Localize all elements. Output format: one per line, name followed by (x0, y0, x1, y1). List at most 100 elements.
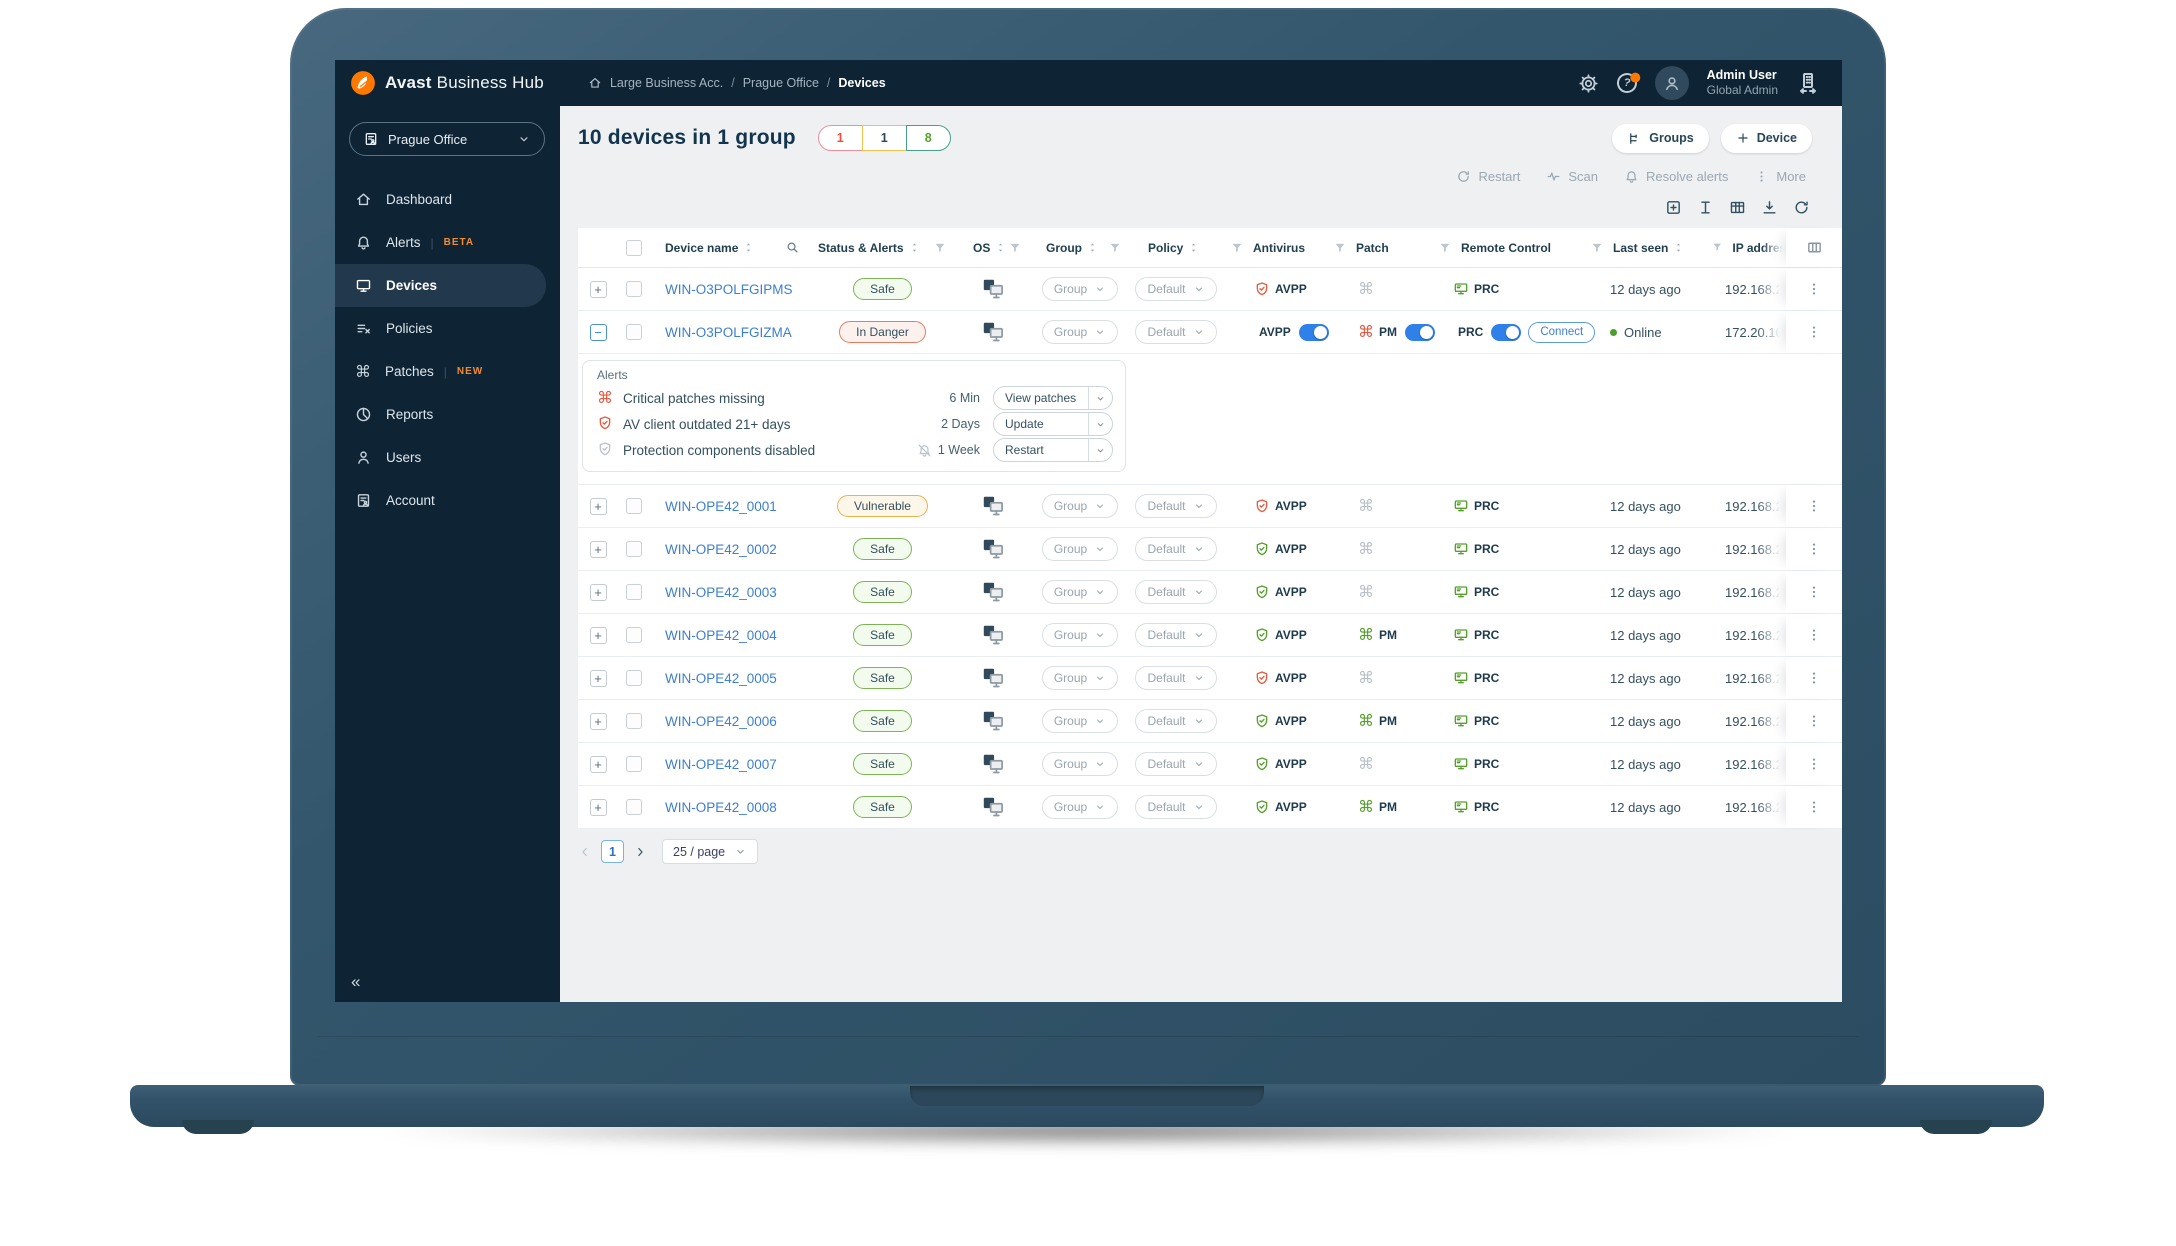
row-checkbox[interactable] (626, 498, 642, 514)
toolbar-restart[interactable]: Restart (1456, 169, 1520, 184)
patch-toggle[interactable] (1405, 323, 1435, 341)
sidebar-collapse-button[interactable]: « (351, 972, 360, 992)
row-checkbox[interactable] (626, 584, 642, 600)
expand-row-button[interactable]: + (589, 712, 607, 730)
filter-funnel-icon[interactable] (1008, 241, 1022, 255)
device-name-link[interactable]: WIN-OPE42_0001 (665, 499, 777, 514)
sort-icon[interactable] (742, 241, 755, 254)
policy-dropdown[interactable]: Default (1135, 494, 1217, 518)
device-name-link[interactable]: WIN-OPE42_0007 (665, 757, 777, 772)
policy-dropdown[interactable]: Default (1135, 623, 1217, 647)
expand-row-button[interactable]: + (589, 280, 607, 298)
policy-dropdown[interactable]: Default (1135, 709, 1217, 733)
filter-funnel-icon[interactable] (1333, 241, 1347, 255)
toolbar-scan[interactable]: Scan (1546, 169, 1598, 184)
group-dropdown[interactable]: Group (1041, 580, 1119, 604)
help-icon[interactable]: ? (1614, 71, 1640, 95)
group-dropdown[interactable]: Group (1041, 494, 1119, 518)
sidebar-item-policies[interactable]: Policies (335, 307, 560, 350)
row-menu-kebab-icon[interactable] (1806, 799, 1822, 815)
sidebar-item-alerts[interactable]: Alerts | BETA (335, 221, 560, 264)
grid-view-icon[interactable] (1729, 199, 1746, 216)
expand-row-button[interactable]: + (589, 798, 607, 816)
expand-row-button[interactable]: + (589, 583, 607, 601)
device-name-link[interactable]: WIN-OPE42_0002 (665, 542, 777, 557)
row-checkbox[interactable] (626, 799, 642, 815)
sidebar-item-users[interactable]: Users (335, 436, 560, 479)
sort-icon[interactable] (1672, 241, 1685, 254)
row-menu-kebab-icon[interactable] (1806, 670, 1822, 686)
remote-control-toggle[interactable] (1491, 323, 1522, 341)
expand-row-button[interactable]: + (589, 497, 607, 515)
row-height-icon[interactable] (1697, 199, 1714, 216)
group-dropdown[interactable]: Group (1041, 277, 1119, 301)
device-name-link[interactable]: WIN-O3POLFGIPMS (665, 282, 793, 297)
filter-funnel-icon[interactable] (933, 241, 947, 255)
group-dropdown[interactable]: Group (1041, 666, 1119, 690)
row-menu-kebab-icon[interactable] (1806, 756, 1822, 772)
avatar[interactable] (1654, 66, 1689, 100)
row-menu-kebab-icon[interactable] (1806, 281, 1822, 297)
sidebar-item-dashboard[interactable]: Dashboard (335, 178, 560, 221)
row-checkbox[interactable] (626, 541, 642, 557)
toolbar-resolve-alerts[interactable]: Resolve alerts (1624, 169, 1728, 184)
filter-funnel-icon[interactable] (1108, 241, 1122, 255)
columns-icon[interactable] (1806, 239, 1823, 256)
expand-row-button[interactable]: + (589, 626, 607, 644)
row-checkbox[interactable] (626, 756, 642, 772)
policy-dropdown[interactable]: Default (1135, 752, 1217, 776)
alert-action-button[interactable]: Restart (993, 438, 1113, 462)
policy-dropdown[interactable]: Default (1135, 537, 1217, 561)
row-checkbox[interactable] (626, 627, 642, 643)
sidebar-item-account[interactable]: Account (335, 479, 560, 522)
filter-funnel-icon[interactable] (1711, 241, 1723, 255)
row-menu-kebab-icon[interactable] (1806, 713, 1822, 729)
filter-funnel-icon[interactable] (1590, 241, 1604, 255)
sort-icon[interactable] (994, 241, 1007, 254)
sort-icon[interactable] (1086, 241, 1099, 254)
expand-row-button[interactable]: + (589, 669, 607, 687)
add-cell-icon[interactable] (1665, 199, 1682, 216)
page-next-icon[interactable] (633, 845, 647, 859)
group-dropdown[interactable]: Group (1041, 709, 1119, 733)
expand-row-button[interactable]: + (589, 540, 607, 558)
collapse-row-button[interactable]: − (589, 323, 607, 341)
page-size-select[interactable]: 25 / page (662, 839, 759, 864)
export-icon[interactable] (1761, 199, 1778, 216)
group-dropdown[interactable]: Group (1041, 623, 1119, 647)
sidebar-item-patches[interactable]: ⌘ Patches | NEW (335, 350, 560, 393)
sidebar-item-reports[interactable]: Reports (335, 393, 560, 436)
row-menu-kebab-icon[interactable] (1806, 541, 1822, 557)
device-name-link[interactable]: WIN-OPE42_0003 (665, 585, 777, 600)
policy-dropdown[interactable]: Default (1135, 277, 1217, 301)
policy-dropdown[interactable]: Default (1135, 666, 1217, 690)
group-dropdown[interactable]: Group (1041, 795, 1119, 819)
group-dropdown[interactable]: Group (1041, 752, 1119, 776)
add-device-button[interactable]: Device (1720, 123, 1812, 153)
row-menu-kebab-icon[interactable] (1806, 498, 1822, 514)
row-menu-kebab-icon[interactable] (1806, 584, 1822, 600)
device-name-link[interactable]: WIN-OPE42_0006 (665, 714, 777, 729)
alert-action-button[interactable]: Update (993, 412, 1113, 436)
filter-funnel-icon[interactable] (1230, 241, 1244, 255)
filter-funnel-icon[interactable] (1438, 241, 1452, 255)
settings-gear-icon[interactable] (1578, 73, 1599, 94)
row-checkbox[interactable] (626, 670, 642, 686)
breadcrumb-item[interactable]: Prague Office (743, 76, 819, 90)
search-icon[interactable] (785, 240, 800, 255)
policy-dropdown[interactable]: Default (1135, 580, 1217, 604)
device-name-link[interactable]: WIN-O3POLFGIZMA (665, 325, 792, 340)
device-name-link[interactable]: WIN-OPE42_0004 (665, 628, 777, 643)
antivirus-toggle[interactable] (1298, 323, 1329, 341)
device-name-link[interactable]: WIN-OPE42_0005 (665, 671, 777, 686)
toolbar-more[interactable]: More (1754, 169, 1806, 184)
page-number-button[interactable]: 1 (601, 840, 624, 863)
site-selector[interactable]: Prague Office (349, 122, 545, 156)
row-checkbox[interactable] (626, 713, 642, 729)
expand-row-button[interactable]: + (589, 755, 607, 773)
policy-dropdown[interactable]: Default (1135, 320, 1217, 344)
row-menu-kebab-icon[interactable] (1806, 627, 1822, 643)
alert-action-button[interactable]: View patches (993, 386, 1113, 410)
group-dropdown[interactable]: Group (1041, 320, 1119, 344)
sort-icon[interactable] (1187, 241, 1200, 254)
